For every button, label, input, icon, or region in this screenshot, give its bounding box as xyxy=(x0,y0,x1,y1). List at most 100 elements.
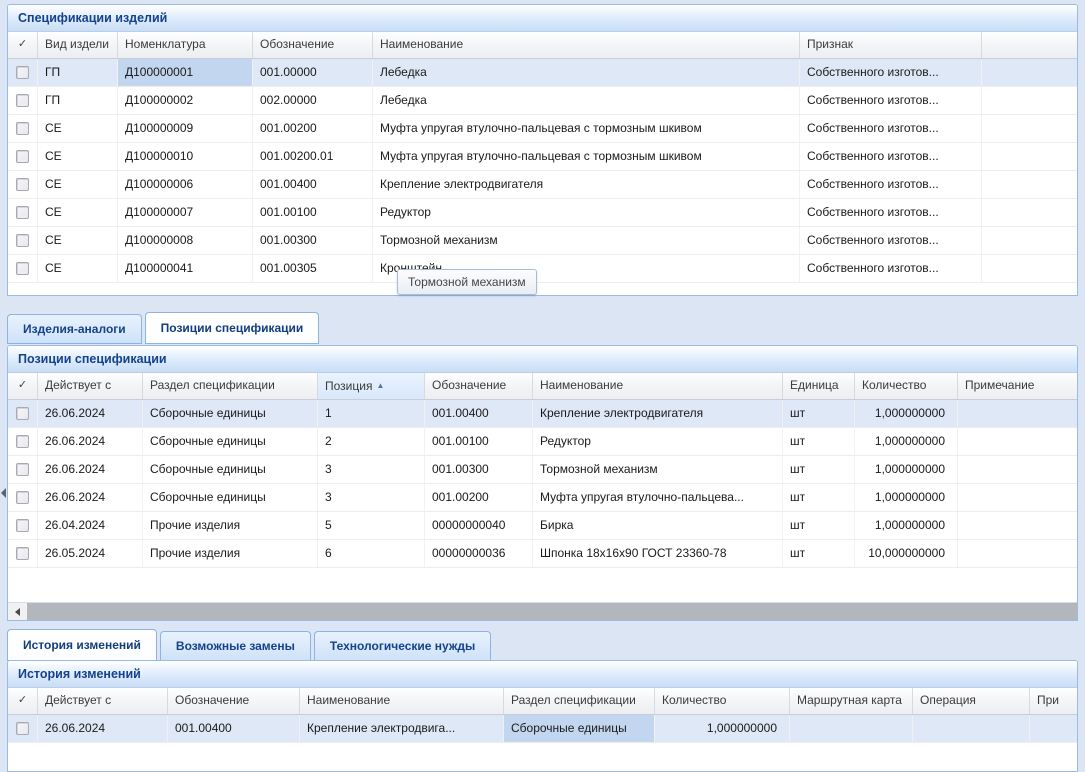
collapse-handle[interactable] xyxy=(1,486,8,500)
column-header[interactable]: При xyxy=(1030,688,1077,714)
grid-cell[interactable]: 001.00400 xyxy=(425,400,533,427)
column-header[interactable]: Вид издели xyxy=(38,32,118,58)
grid-cell[interactable]: СЕ xyxy=(38,255,118,282)
select-all-header[interactable]: ✓ xyxy=(8,688,38,714)
tab-0[interactable]: Изделия-аналоги xyxy=(7,314,142,344)
row-checkbox[interactable] xyxy=(16,407,29,420)
grid-cell[interactable] xyxy=(958,484,1077,511)
grid-cell[interactable] xyxy=(958,428,1077,455)
grid-cell[interactable]: Сборочные единицы xyxy=(504,715,655,742)
grid-cell[interactable] xyxy=(982,87,1077,114)
grid-cell[interactable]: Прочие изделия xyxy=(143,512,318,539)
column-header[interactable]: Обозначение xyxy=(168,688,300,714)
grid-cell[interactable]: Сборочные единицы xyxy=(143,456,318,483)
grid-cell[interactable]: Д100000008 xyxy=(118,227,253,254)
grid-cell[interactable]: 001.00200 xyxy=(253,115,373,142)
grid-cell[interactable]: СЕ xyxy=(38,227,118,254)
grid-cell[interactable]: 00000000040 xyxy=(425,512,533,539)
column-header[interactable]: Обозначение xyxy=(253,32,373,58)
grid-cell[interactable]: Д100000009 xyxy=(118,115,253,142)
column-header[interactable]: Наименование xyxy=(373,32,800,58)
column-header[interactable]: Действует с xyxy=(38,688,168,714)
grid-cell[interactable]: 001.00200.01 xyxy=(253,143,373,170)
grid-cell[interactable]: 001.00000 xyxy=(253,59,373,86)
grid-cell[interactable] xyxy=(790,715,913,742)
grid-cell[interactable]: 26.06.2024 xyxy=(38,715,168,742)
grid-cell[interactable]: 001.00100 xyxy=(253,199,373,226)
grid-cell[interactable]: шт xyxy=(783,512,855,539)
row-checkbox[interactable] xyxy=(16,547,29,560)
grid-cell[interactable]: СЕ xyxy=(38,199,118,226)
grid-cell[interactable] xyxy=(982,115,1077,142)
row-checkbox[interactable] xyxy=(16,722,29,735)
grid-cell[interactable]: Собственного изготов... xyxy=(800,59,982,86)
grid-cell[interactable]: СЕ xyxy=(38,171,118,198)
grid-cell[interactable]: Сборочные единицы xyxy=(143,400,318,427)
grid-cell[interactable]: 001.00200 xyxy=(425,484,533,511)
grid-cell[interactable]: Сборочные единицы xyxy=(143,484,318,511)
column-header[interactable]: Количество xyxy=(655,688,790,714)
grid-cell[interactable]: 001.00400 xyxy=(168,715,300,742)
grid-cell[interactable]: Лебедка xyxy=(373,87,800,114)
grid-cell[interactable]: 001.00305 xyxy=(253,255,373,282)
column-header[interactable]: Примечание xyxy=(958,373,1077,399)
row-checkbox[interactable] xyxy=(16,435,29,448)
grid-cell[interactable]: Редуктор xyxy=(373,199,800,226)
column-header[interactable]: Наименование xyxy=(300,688,504,714)
grid-cell[interactable]: Д100000010 xyxy=(118,143,253,170)
grid-cell[interactable] xyxy=(982,199,1077,226)
grid-cell[interactable] xyxy=(913,715,1030,742)
grid-cell[interactable]: 00000000036 xyxy=(425,540,533,567)
grid-cell[interactable]: 26.06.2024 xyxy=(38,400,143,427)
grid-cell[interactable] xyxy=(1030,715,1077,742)
grid-cell[interactable]: Собственного изготов... xyxy=(800,199,982,226)
grid-cell[interactable]: шт xyxy=(783,484,855,511)
grid-cell[interactable]: 1,000000000 xyxy=(855,400,958,427)
grid-cell[interactable]: Тормозной механизм xyxy=(373,227,800,254)
grid-cell[interactable]: СЕ xyxy=(38,115,118,142)
grid-cell[interactable]: Д100000006 xyxy=(118,171,253,198)
grid-cell[interactable]: Лебедка xyxy=(373,59,800,86)
grid-cell[interactable]: Тормозной механизм xyxy=(533,456,783,483)
grid-cell[interactable]: 1,000000000 xyxy=(855,428,958,455)
grid-cell[interactable]: Д100000002 xyxy=(118,87,253,114)
grid-cell[interactable]: Д100000001 xyxy=(118,59,253,86)
grid-cell[interactable]: 1 xyxy=(318,400,425,427)
grid-cell[interactable]: Прочие изделия xyxy=(143,540,318,567)
scrollbar-thumb[interactable] xyxy=(27,603,1077,620)
grid-cell[interactable]: 10,000000000 xyxy=(855,540,958,567)
row-checkbox[interactable] xyxy=(16,491,29,504)
grid-cell[interactable]: 26.06.2024 xyxy=(38,484,143,511)
grid-cell[interactable]: Собственного изготов... xyxy=(800,255,982,282)
grid-cell[interactable] xyxy=(982,143,1077,170)
grid-cell[interactable]: шт xyxy=(783,428,855,455)
grid-cell[interactable]: Крепление электродвигателя xyxy=(373,171,800,198)
grid-cell[interactable]: 26.06.2024 xyxy=(38,456,143,483)
grid-cell[interactable]: СЕ xyxy=(38,143,118,170)
grid-cell[interactable]: 1,000000000 xyxy=(855,456,958,483)
grid-cell[interactable] xyxy=(958,400,1077,427)
grid-cell[interactable]: Д100000007 xyxy=(118,199,253,226)
tab-1[interactable]: Позиции спецификации xyxy=(145,312,320,344)
grid-cell[interactable] xyxy=(958,540,1077,567)
grid-cell[interactable]: 1,000000000 xyxy=(855,484,958,511)
row-checkbox[interactable] xyxy=(16,66,29,79)
grid-cell[interactable]: 1,000000000 xyxy=(655,715,790,742)
grid-cell[interactable] xyxy=(958,512,1077,539)
grid-cell[interactable]: Крепление электродвига... xyxy=(300,715,504,742)
column-header[interactable]: Наименование xyxy=(533,373,783,399)
grid-cell[interactable]: Собственного изготов... xyxy=(800,227,982,254)
grid-cell[interactable]: Муфта упругая втулочно-пальцева... xyxy=(533,484,783,511)
column-header[interactable]: Обозначение xyxy=(425,373,533,399)
column-header[interactable]: Номенклатура xyxy=(118,32,253,58)
grid-cell[interactable]: Сборочные единицы xyxy=(143,428,318,455)
grid-cell[interactable]: Собственного изготов... xyxy=(800,171,982,198)
row-checkbox[interactable] xyxy=(16,234,29,247)
row-checkbox[interactable] xyxy=(16,178,29,191)
grid-cell[interactable]: 3 xyxy=(318,484,425,511)
grid-cell[interactable]: шт xyxy=(783,540,855,567)
grid-cell[interactable] xyxy=(982,255,1077,282)
row-checkbox[interactable] xyxy=(16,519,29,532)
grid-cell[interactable] xyxy=(982,171,1077,198)
grid-cell[interactable]: Крепление электродвигателя xyxy=(533,400,783,427)
